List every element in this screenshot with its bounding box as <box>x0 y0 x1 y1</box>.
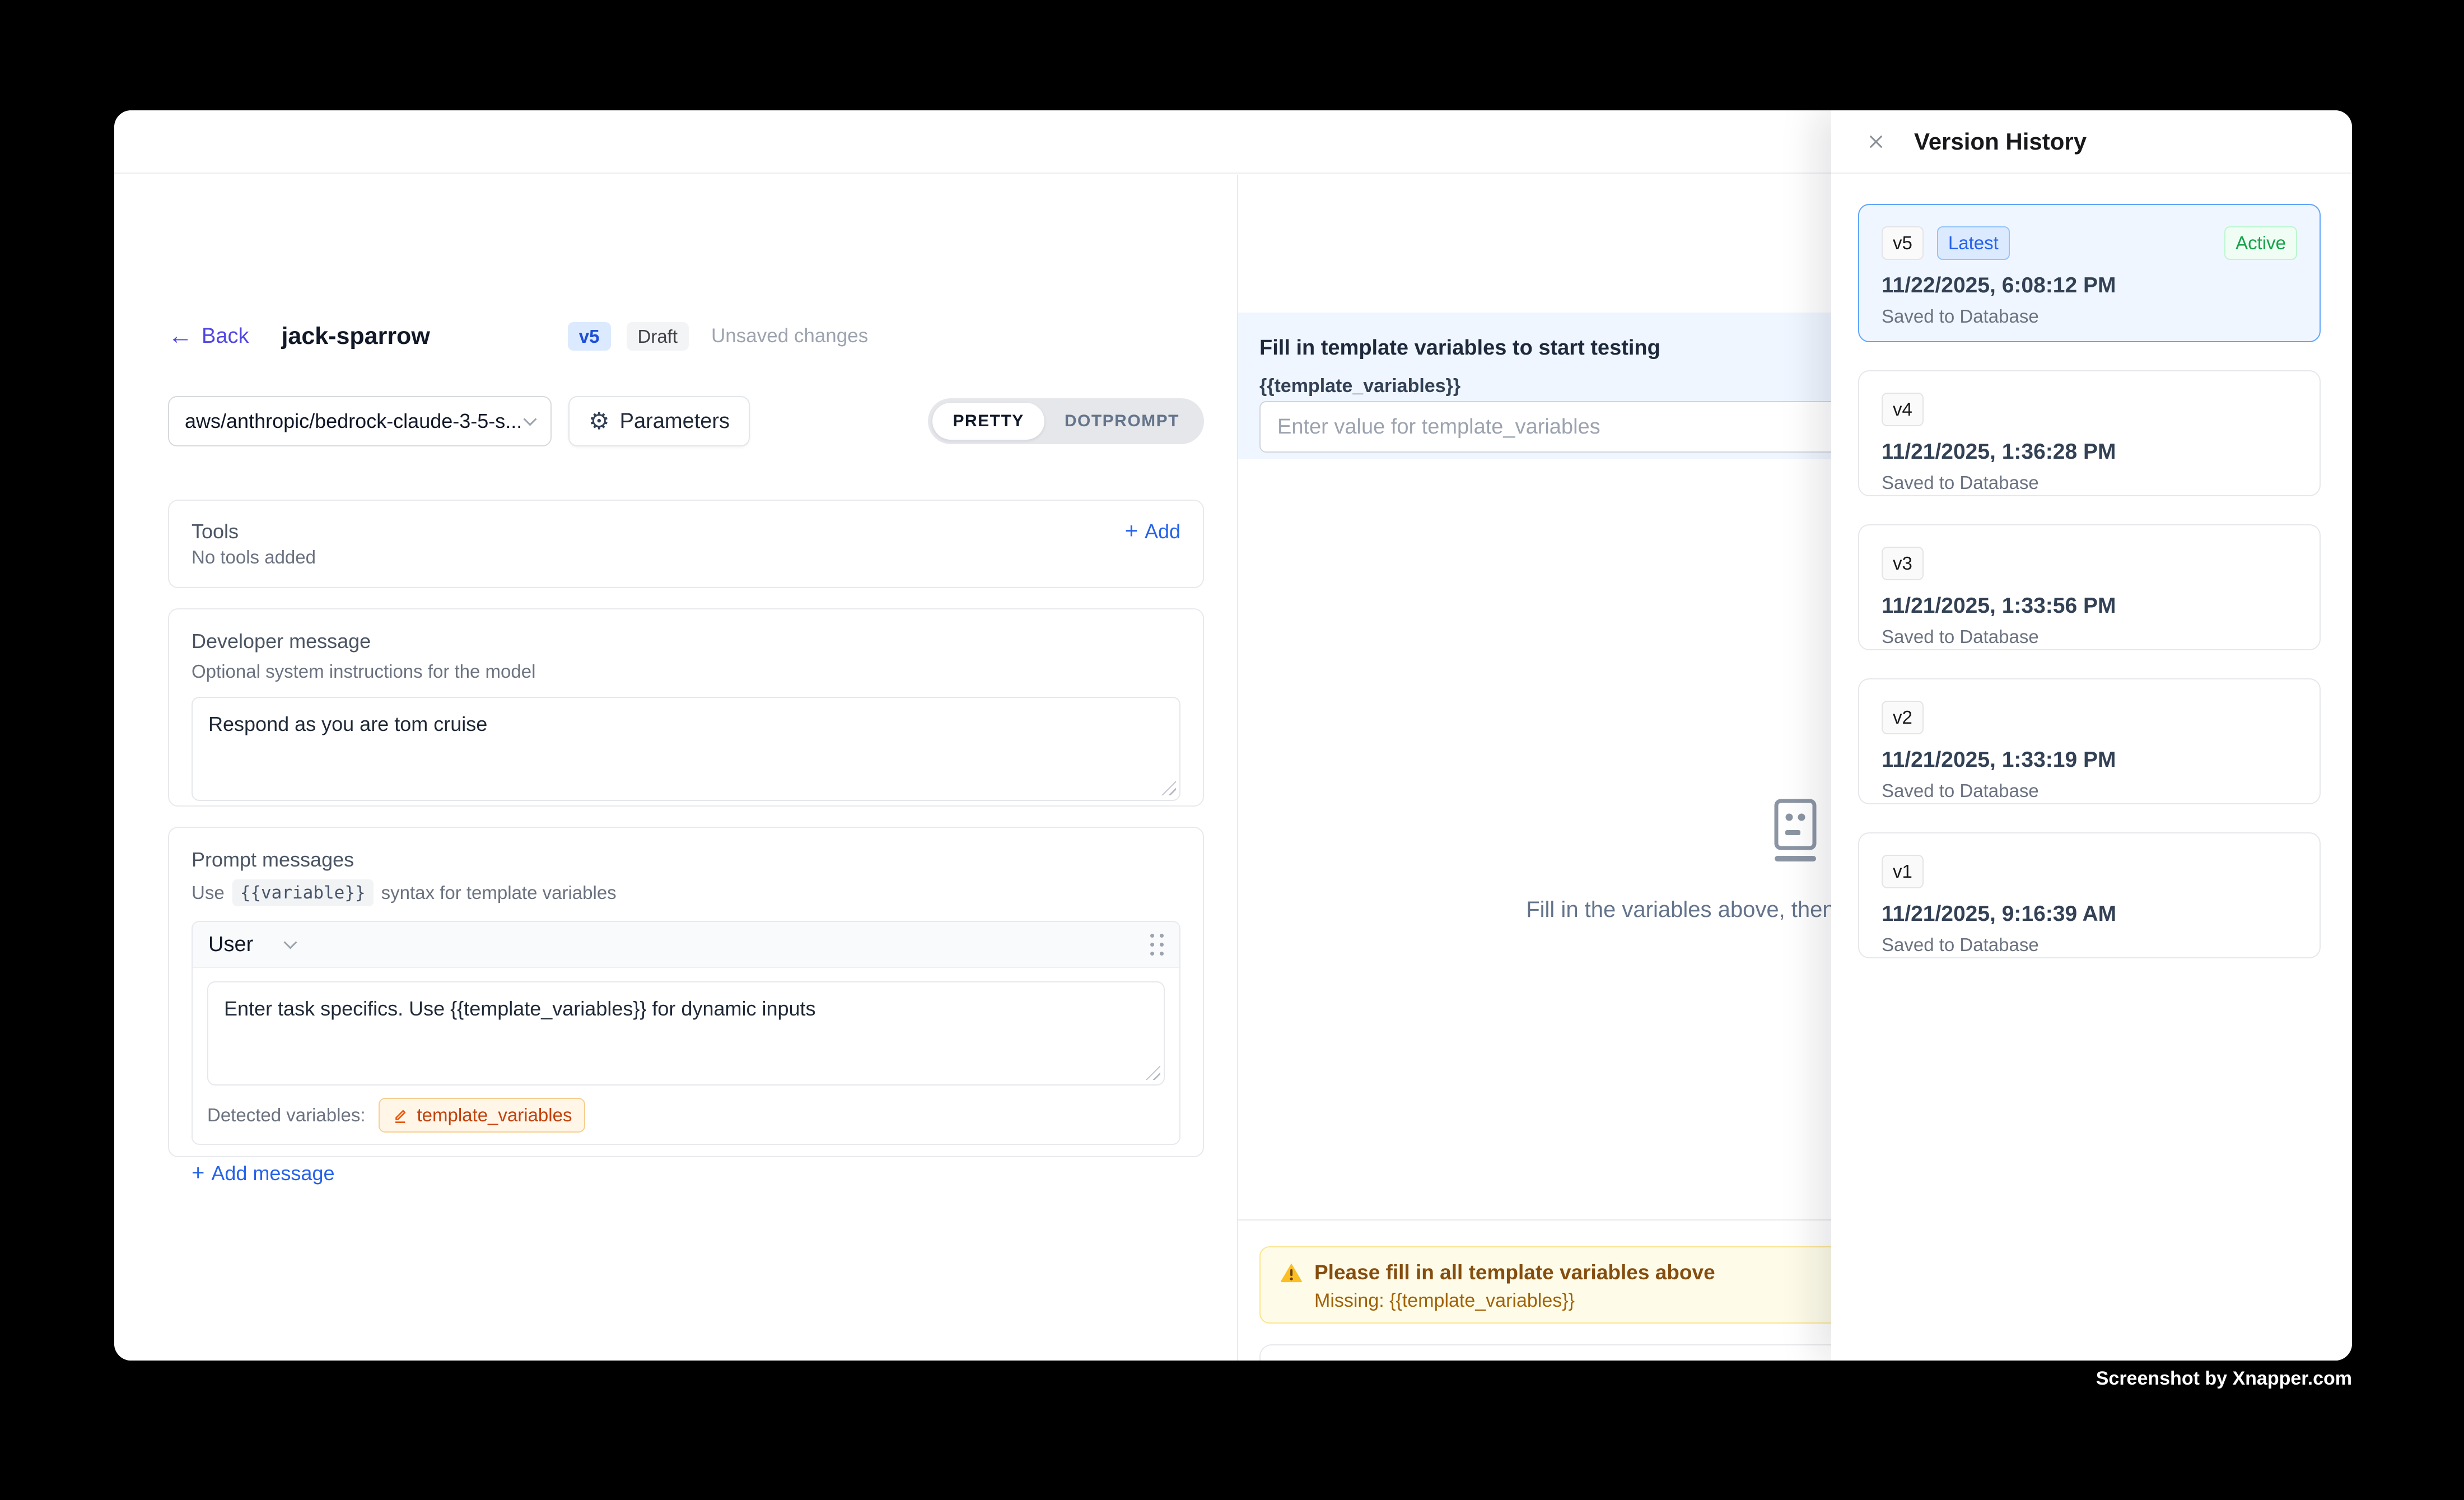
plus-icon <box>192 1162 204 1185</box>
version-card-v5[interactable]: v5 Latest Active 11/22/2025, 6:08:12 PM … <box>1858 204 2321 342</box>
developer-message-card: Developer message Optional system instru… <box>168 608 1204 807</box>
warning-icon <box>1280 1261 1303 1284</box>
developer-message-title: Developer message <box>192 630 1180 653</box>
back-label: Back <box>202 324 249 348</box>
user-message-textarea[interactable]: Enter task specifics. Use {{template_var… <box>207 981 1165 1086</box>
version-date: 11/21/2025, 1:36:28 PM <box>1882 440 2297 464</box>
hint-prefix: Use <box>192 882 225 903</box>
version-saved-status: Saved to Database <box>1882 626 2297 647</box>
detected-variables-row: Detected variables: template_variables <box>207 1098 1165 1133</box>
plus-icon <box>1125 520 1138 543</box>
message-header: User <box>193 922 1179 968</box>
variable-syntax-chip: {{variable}} <box>232 879 374 906</box>
fill-variables-title: Fill in template variables to start test… <box>1259 336 1660 360</box>
version-card-v1[interactable]: v1 11/21/2025, 9:16:39 AM Saved to Datab… <box>1858 832 2321 958</box>
parameters-button[interactable]: ⚙ Parameters <box>568 396 750 446</box>
prompt-messages-card: Prompt messages Use {{variable}} syntax … <box>168 827 1204 1157</box>
add-tool-label: Add <box>1145 520 1180 543</box>
page-title: jack-sparrow <box>281 323 430 350</box>
close-icon[interactable] <box>1864 129 1888 154</box>
version-number-badge: v3 <box>1882 547 1924 580</box>
tab-dotprompt[interactable]: DOTPROMPT <box>1044 403 1200 440</box>
warning-title: Please fill in all template variables ab… <box>1314 1261 1715 1284</box>
tab-pretty[interactable]: PRETTY <box>932 403 1044 440</box>
template-variable-chip[interactable]: template_variables <box>379 1098 585 1133</box>
pencil-icon <box>392 1107 409 1124</box>
version-date: 11/21/2025, 1:33:19 PM <box>1882 748 2297 772</box>
editor-toolbar: aws/anthropic/bedrock-claude-3-5-s... ⚙ … <box>168 396 1204 446</box>
back-button[interactable]: ← Back <box>168 324 249 348</box>
version-list: v5 Latest Active 11/22/2025, 6:08:12 PM … <box>1831 174 2352 958</box>
tools-card: Tools Add No tools added <box>168 500 1204 588</box>
version-date: 11/22/2025, 6:08:12 PM <box>1882 273 2297 298</box>
hint-suffix: syntax for template variables <box>381 882 617 903</box>
tools-title: Tools <box>192 520 239 543</box>
unsaved-changes-label: Unsaved changes <box>711 325 868 347</box>
no-tools-text: No tools added <box>192 547 1180 568</box>
version-date: 11/21/2025, 1:33:56 PM <box>1882 594 2297 618</box>
model-select-value: aws/anthropic/bedrock-claude-3-5-s... <box>185 409 525 433</box>
version-history-title: Version History <box>1914 128 2087 155</box>
drag-handle-icon[interactable] <box>1150 934 1164 956</box>
version-number-badge: v4 <box>1882 393 1924 426</box>
add-message-label: Add message <box>211 1162 334 1185</box>
add-tool-button[interactable]: Add <box>1125 520 1180 543</box>
version-history-header: Version History <box>1831 110 2352 174</box>
version-number-badge: v1 <box>1882 855 1924 888</box>
version-saved-status: Saved to Database <box>1882 934 2297 956</box>
developer-message-subtitle: Optional system instructions for the mod… <box>192 661 1180 682</box>
gear-icon: ⚙ <box>589 409 610 433</box>
version-number-badge: v2 <box>1882 701 1924 734</box>
watermark: Screenshot by Xnapper.com <box>2096 1368 2352 1390</box>
developer-message-textarea[interactable]: Respond as you are tom cruise <box>192 697 1180 801</box>
version-saved-status: Saved to Database <box>1882 306 2297 327</box>
version-saved-status: Saved to Database <box>1882 780 2297 802</box>
detected-variables-label: Detected variables: <box>207 1105 365 1126</box>
tools-card-header: Tools Add <box>192 520 1180 543</box>
model-select[interactable]: aws/anthropic/bedrock-claude-3-5-s... <box>168 396 552 446</box>
prompt-editor-pane: ← Back jack-sparrow v5 Draft Unsaved cha… <box>114 175 1237 1361</box>
add-message-button[interactable]: Add message <box>192 1162 1180 1185</box>
draft-badge: Draft <box>627 322 689 351</box>
version-history-panel: Version History v5 Latest Active 11/22/2… <box>1831 110 2352 1361</box>
back-arrow-icon: ← <box>168 324 193 348</box>
prompt-messages-hint: Use {{variable}} syntax for template var… <box>192 879 1180 906</box>
template-variable-label: {{template_variables}} <box>1259 375 1460 397</box>
view-mode-toggle: PRETTY DOTPROMPT <box>928 398 1204 444</box>
latest-badge: Latest <box>1937 226 2010 260</box>
app-window: ← Back jack-sparrow v5 Draft Unsaved cha… <box>114 110 2352 1361</box>
version-card-v3[interactable]: v3 11/21/2025, 1:33:56 PM Saved to Datab… <box>1858 524 2321 650</box>
chevron-down-icon[interactable] <box>284 935 297 949</box>
version-card-v2[interactable]: v2 11/21/2025, 1:33:19 PM Saved to Datab… <box>1858 678 2321 804</box>
message-body: Enter task specifics. Use {{template_var… <box>193 968 1179 1144</box>
version-date: 11/21/2025, 9:16:39 AM <box>1882 902 2297 926</box>
parameters-label: Parameters <box>620 409 730 434</box>
version-card-v4[interactable]: v4 11/21/2025, 1:36:28 PM Saved to Datab… <box>1858 370 2321 496</box>
message-block: User Enter task specifics. Use {{templat… <box>192 921 1180 1145</box>
document-header: ← Back jack-sparrow v5 Draft Unsaved cha… <box>168 318 868 355</box>
version-badge: v5 <box>568 322 611 351</box>
robot-icon <box>1767 799 1823 863</box>
active-badge: Active <box>2224 226 2297 260</box>
prompt-messages-title: Prompt messages <box>192 848 1180 872</box>
version-number-badge: v5 <box>1882 226 1924 260</box>
template-variable-name: template_variables <box>417 1105 572 1126</box>
chevron-down-icon <box>523 412 536 426</box>
version-saved-status: Saved to Database <box>1882 472 2297 493</box>
role-select[interactable]: User <box>208 933 253 957</box>
